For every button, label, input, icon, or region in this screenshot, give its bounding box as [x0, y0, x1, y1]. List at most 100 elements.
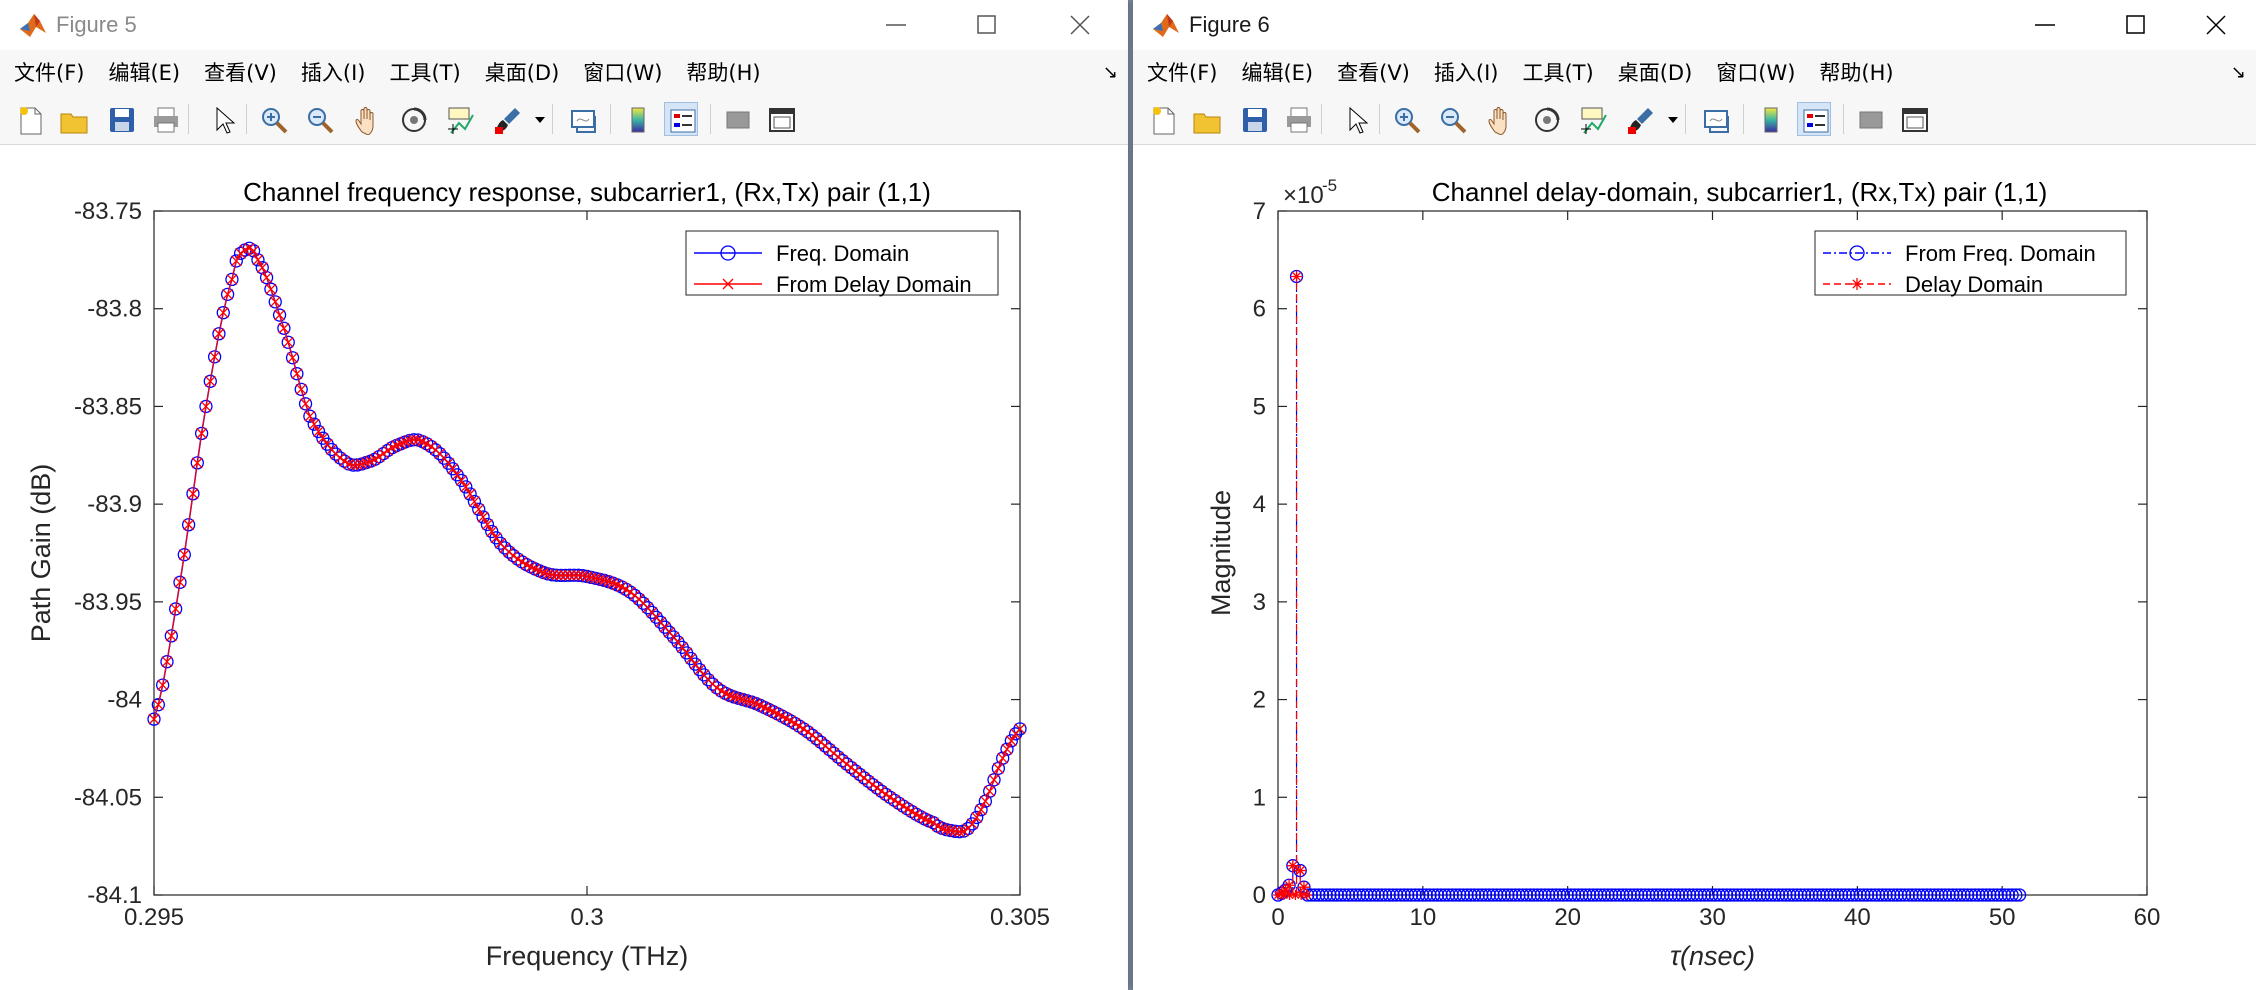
plot-area: 0.295 0.3 0.305 -84.1 -84.05 -84 -83.95 -83.9 -8…	[0, 145, 1128, 990]
axes-box	[1277, 210, 2148, 896]
save-icon	[110, 108, 134, 132]
close-icon	[1070, 15, 1090, 35]
brush-dropdown-icon	[535, 117, 545, 123]
open-file-button[interactable]	[1189, 102, 1223, 136]
select-arrow-icon	[216, 106, 236, 134]
brush-dropdown-button[interactable]	[526, 102, 545, 136]
minimize-button[interactable]	[864, 0, 928, 50]
select-arrow-icon	[1349, 106, 1369, 134]
rotate-3d-button[interactable]	[396, 102, 430, 136]
link-plot-button[interactable]	[1699, 102, 1733, 136]
minimize-button[interactable]	[2013, 0, 2077, 50]
open-file-button[interactable]	[56, 102, 90, 136]
colorbar-button[interactable]	[620, 102, 654, 136]
minimize-icon	[2035, 24, 2055, 26]
menu-file[interactable]: 文件(F)	[0, 57, 84, 87]
legend-icon	[670, 109, 696, 133]
hide-plot-tools-button[interactable]	[1853, 102, 1887, 136]
menu-edit[interactable]: 编辑(E)	[1227, 57, 1313, 87]
title-bar[interactable]: Figure 6	[1133, 0, 2256, 50]
brush-button[interactable]	[1623, 102, 1657, 136]
close-button[interactable]	[1048, 0, 1112, 50]
legend-label: Delay Domain	[1905, 272, 2043, 297]
close-button[interactable]	[2184, 0, 2248, 50]
select-arrow-button[interactable]	[206, 102, 240, 136]
print-button[interactable]	[1281, 102, 1315, 136]
brush-dropdown-button[interactable]	[1659, 102, 1678, 136]
delay-domain-chart[interactable]: 0 10 20 30 40 50 60 0 1 2 3 4 5 6 7 Channel delay-domai…	[1133, 145, 2256, 990]
x-tick-label: 50	[1989, 904, 2016, 931]
toolbar-separator	[1685, 104, 1686, 134]
save-button[interactable]	[1237, 102, 1271, 136]
y-tick-label: -83.75	[74, 198, 142, 225]
zoom-out-button[interactable]	[1435, 102, 1469, 136]
menu-help[interactable]: 帮助(H)	[1805, 57, 1893, 87]
x-tick-label: 30	[1699, 904, 1726, 931]
menu-tools[interactable]: 工具(T)	[375, 57, 460, 87]
figure-5-window: Figure 5 文件(F) 编辑(E) 查看(V) 插入(I) 工具(T) 桌…	[0, 0, 1128, 990]
new-figure-icon	[1153, 107, 1175, 135]
legend-marker	[1851, 278, 1863, 290]
zoom-in-button[interactable]	[256, 102, 290, 136]
new-figure-button[interactable]	[1145, 102, 1179, 136]
matlab-logo-icon	[18, 11, 48, 39]
legend-button[interactable]	[664, 102, 698, 136]
frequency-response-chart[interactable]: 0.295 0.3 0.305-84.1-84.05-84-83.95-83.9-8…	[0, 145, 1128, 990]
legend-button[interactable]	[1797, 102, 1831, 136]
menu-view[interactable]: 查看(V)	[190, 57, 277, 87]
y-tick-label: -83.9	[87, 491, 142, 518]
pan-hand-button[interactable]	[1483, 102, 1517, 136]
rotate-3d-button[interactable]	[1529, 102, 1563, 136]
legend-label: From Delay Domain	[776, 272, 972, 297]
link-plot-button[interactable]	[566, 102, 600, 136]
toolbar-separator	[610, 104, 611, 134]
toolbar-separator	[188, 104, 189, 134]
save-button[interactable]	[104, 102, 138, 136]
show-plot-tools-button[interactable]	[1897, 102, 1931, 136]
maximize-button[interactable]	[2104, 0, 2168, 50]
show-plot-tools-button[interactable]	[764, 102, 798, 136]
brush-icon	[1628, 108, 1653, 134]
zoom-in-button[interactable]	[1389, 102, 1423, 136]
menu-overflow-icon[interactable]: ↘	[2231, 62, 2246, 83]
zoom-in-icon	[262, 108, 288, 134]
axes-box	[153, 210, 1021, 896]
link-plot-icon	[571, 110, 596, 133]
maximize-icon	[2126, 15, 2145, 34]
hide-plot-tools-button[interactable]	[720, 102, 754, 136]
legend-label: Freq. Domain	[776, 241, 909, 266]
print-icon	[154, 107, 178, 133]
menu-window[interactable]: 窗口(W)	[569, 57, 662, 87]
maximize-button[interactable]	[955, 0, 1019, 50]
menu-file[interactable]: 文件(F)	[1133, 57, 1217, 87]
data-cursor-button[interactable]	[1575, 102, 1609, 136]
new-figure-icon	[20, 107, 42, 135]
menu-overflow-icon[interactable]: ↘	[1103, 62, 1118, 83]
zoom-in-icon	[1395, 108, 1421, 134]
title-bar[interactable]: Figure 5	[0, 0, 1128, 50]
menu-edit[interactable]: 编辑(E)	[94, 57, 180, 87]
print-button[interactable]	[148, 102, 182, 136]
pan-hand-button[interactable]	[350, 102, 384, 136]
menu-view[interactable]: 查看(V)	[1323, 57, 1410, 87]
menu-insert[interactable]: 插入(I)	[1420, 57, 1499, 87]
menu-tools[interactable]: 工具(T)	[1508, 57, 1593, 87]
menu-insert[interactable]: 插入(I)	[287, 57, 366, 87]
zoom-out-button[interactable]	[302, 102, 336, 136]
menu-desktop[interactable]: 桌面(D)	[471, 57, 560, 87]
show-plot-tools-icon	[769, 108, 795, 132]
close-icon	[2206, 15, 2226, 35]
menu-help[interactable]: 帮助(H)	[672, 57, 760, 87]
x-axis-label: Frequency (THz)	[486, 941, 689, 971]
rotate-3d-icon	[402, 107, 427, 132]
colorbar-button[interactable]	[1753, 102, 1787, 136]
menu-desktop[interactable]: 桌面(D)	[1604, 57, 1693, 87]
menu-window[interactable]: 窗口(W)	[1702, 57, 1795, 87]
y-tick-label: 6	[1253, 296, 1266, 323]
new-figure-button[interactable]	[12, 102, 46, 136]
select-arrow-button[interactable]	[1339, 102, 1373, 136]
data-cursor-button[interactable]	[442, 102, 476, 136]
toolbar-separator	[710, 104, 711, 134]
brush-button[interactable]	[490, 102, 524, 136]
toolbar-separator	[1743, 104, 1744, 134]
